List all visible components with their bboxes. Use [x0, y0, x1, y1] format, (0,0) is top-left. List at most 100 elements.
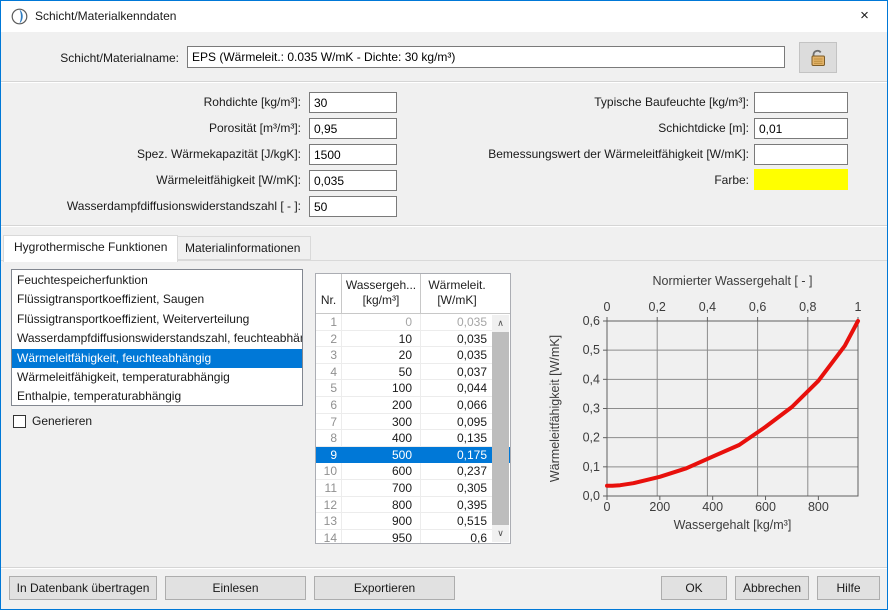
exportieren-button[interactable]: Exportieren: [314, 576, 455, 600]
svg-text:0: 0: [604, 500, 611, 514]
table-row[interactable]: 106000,237: [316, 463, 510, 480]
table-cell[interactable]: 700: [342, 480, 421, 497]
scroll-up-icon[interactable]: ∧: [492, 315, 509, 332]
list-item[interactable]: Feuchtespeicherfunktion: [12, 271, 302, 290]
table-cell[interactable]: 0,035: [421, 331, 493, 348]
table-cell[interactable]: 10: [342, 331, 421, 348]
list-item[interactable]: Wärmeleitfähigkeit, temperaturabhängig: [12, 368, 302, 387]
table-row[interactable]: 2100,035: [316, 331, 510, 348]
close-icon[interactable]: ×: [842, 1, 887, 32]
table-cell[interactable]: 50: [342, 364, 421, 381]
tab-materialinformationen[interactable]: Materialinformationen: [174, 236, 311, 260]
table-row[interactable]: 73000,095: [316, 414, 510, 431]
table-cell[interactable]: 0,395: [421, 497, 493, 514]
table-cell[interactable]: 12: [316, 497, 342, 514]
hilfe-button[interactable]: Hilfe: [817, 576, 880, 600]
table-row[interactable]: 62000,066: [316, 397, 510, 414]
abbrechen-button[interactable]: Abbrechen: [735, 576, 809, 600]
color-swatch[interactable]: [754, 169, 848, 190]
table-cell[interactable]: 900: [342, 513, 421, 530]
table-cell[interactable]: 14: [316, 530, 342, 544]
table-cell[interactable]: 0,095: [421, 414, 493, 431]
table-row[interactable]: 84000,135: [316, 430, 510, 447]
list-item[interactable]: Wasserdampfdiffusionswiderstandszahl, fe…: [12, 329, 302, 348]
ok-button[interactable]: OK: [661, 576, 727, 600]
data-table: Nr. Wassergeh...[kg/m³] Wärmeleit.[W/mK]…: [315, 273, 511, 544]
rohdichte-input[interactable]: [309, 92, 397, 113]
scroll-down-icon[interactable]: ∨: [492, 525, 509, 542]
table-cell[interactable]: 13: [316, 513, 342, 530]
table-cell[interactable]: 8: [316, 430, 342, 447]
table-cell[interactable]: 3: [316, 347, 342, 364]
conductivity-chart: 00,20,40,60,810,00,10,20,30,40,50,602004…: [525, 269, 881, 545]
table-scrollbar[interactable]: ∧ ∨: [492, 315, 509, 542]
baufeuchte-input[interactable]: [754, 92, 848, 113]
generieren-checkbox[interactable]: [13, 415, 26, 428]
table-cell[interactable]: 0,135: [421, 430, 493, 447]
table-cell[interactable]: 0,175: [421, 447, 493, 464]
table-row[interactable]: 95000,175: [316, 447, 510, 464]
table-cell[interactable]: 20: [342, 347, 421, 364]
list-item[interactable]: Flüssigtransportkoeffizient, Weiterverte…: [12, 310, 302, 329]
generieren-label: Generieren: [32, 413, 92, 429]
table-cell[interactable]: 4: [316, 364, 342, 381]
table-cell[interactable]: 0,6: [421, 530, 493, 544]
table-cell[interactable]: 400: [342, 430, 421, 447]
scrollbar-thumb[interactable]: [492, 332, 509, 525]
table-cell[interactable]: 0,305: [421, 480, 493, 497]
table-cell[interactable]: 0,037: [421, 364, 493, 381]
table-cell[interactable]: 300: [342, 414, 421, 431]
list-item[interactable]: Wärmeleitfähigkeit, feuchteabhängig: [12, 349, 302, 368]
table-cell[interactable]: 2: [316, 331, 342, 348]
table-cell[interactable]: 0,237: [421, 463, 493, 480]
diffusionswiderstand-input[interactable]: [309, 196, 397, 217]
table-cell[interactable]: 200: [342, 397, 421, 414]
table-cell[interactable]: 0,035: [421, 347, 493, 364]
porositaet-input[interactable]: [309, 118, 397, 139]
table-cell[interactable]: 0,044: [421, 380, 493, 397]
table-row[interactable]: 117000,305: [316, 480, 510, 497]
table-cell[interactable]: 950: [342, 530, 421, 544]
material-name-input[interactable]: [187, 46, 785, 68]
table-cell[interactable]: 0,066: [421, 397, 493, 414]
table-cell[interactable]: 100: [342, 380, 421, 397]
table-row[interactable]: 149500,6: [316, 530, 510, 544]
waermeleitfaehigkeit-input[interactable]: [309, 170, 397, 191]
table-cell[interactable]: 0,035: [421, 314, 493, 331]
open-padlock-icon: [807, 48, 829, 68]
table-cell[interactable]: 600: [342, 463, 421, 480]
table-cell[interactable]: 1: [316, 314, 342, 331]
table-row[interactable]: 4500,037: [316, 364, 510, 381]
table-cell[interactable]: 0,515: [421, 513, 493, 530]
baufeuchte-label: Typische Baufeuchte [kg/m³]:: [419, 92, 749, 113]
table-row[interactable]: 100,035: [316, 314, 510, 331]
table-row[interactable]: 128000,395: [316, 497, 510, 514]
table-cell[interactable]: 6: [316, 397, 342, 414]
table-cell[interactable]: 500: [342, 447, 421, 464]
table-cell[interactable]: 800: [342, 497, 421, 514]
diffusionswiderstand-label: Wasserdampfdiffusionswiderstandszahl [ -…: [1, 196, 301, 217]
lock-button[interactable]: [799, 42, 837, 73]
in-datenbank-uebertragen-button[interactable]: In Datenbank übertragen: [9, 576, 157, 600]
waermekapazitaet-input[interactable]: [309, 144, 397, 165]
einlesen-button[interactable]: Einlesen: [165, 576, 306, 600]
bemessungswert-input[interactable]: [754, 144, 848, 165]
schichtdicke-input[interactable]: [754, 118, 848, 139]
table-cell[interactable]: 7: [316, 414, 342, 431]
table-cell[interactable]: 9: [316, 447, 342, 464]
table-cell[interactable]: 10: [316, 463, 342, 480]
table-row[interactable]: 139000,515: [316, 513, 510, 530]
table-row[interactable]: 3200,035: [316, 347, 510, 364]
table-cell[interactable]: 5: [316, 380, 342, 397]
svg-text:600: 600: [755, 500, 776, 514]
svg-text:0,3: 0,3: [583, 402, 600, 416]
table-cell[interactable]: 11: [316, 480, 342, 497]
list-item[interactable]: Enthalpie, temperaturabhängig: [12, 387, 302, 406]
list-item[interactable]: Flüssigtransportkoeffizient, Saugen: [12, 290, 302, 309]
table-cell[interactable]: 0: [342, 314, 421, 331]
svg-text:0,2: 0,2: [583, 431, 600, 445]
svg-text:400: 400: [702, 500, 723, 514]
table-row[interactable]: 51000,044: [316, 380, 510, 397]
svg-text:0,6: 0,6: [583, 314, 600, 328]
tab-hygrothermische-funktionen[interactable]: Hygrothermische Funktionen: [3, 235, 178, 262]
